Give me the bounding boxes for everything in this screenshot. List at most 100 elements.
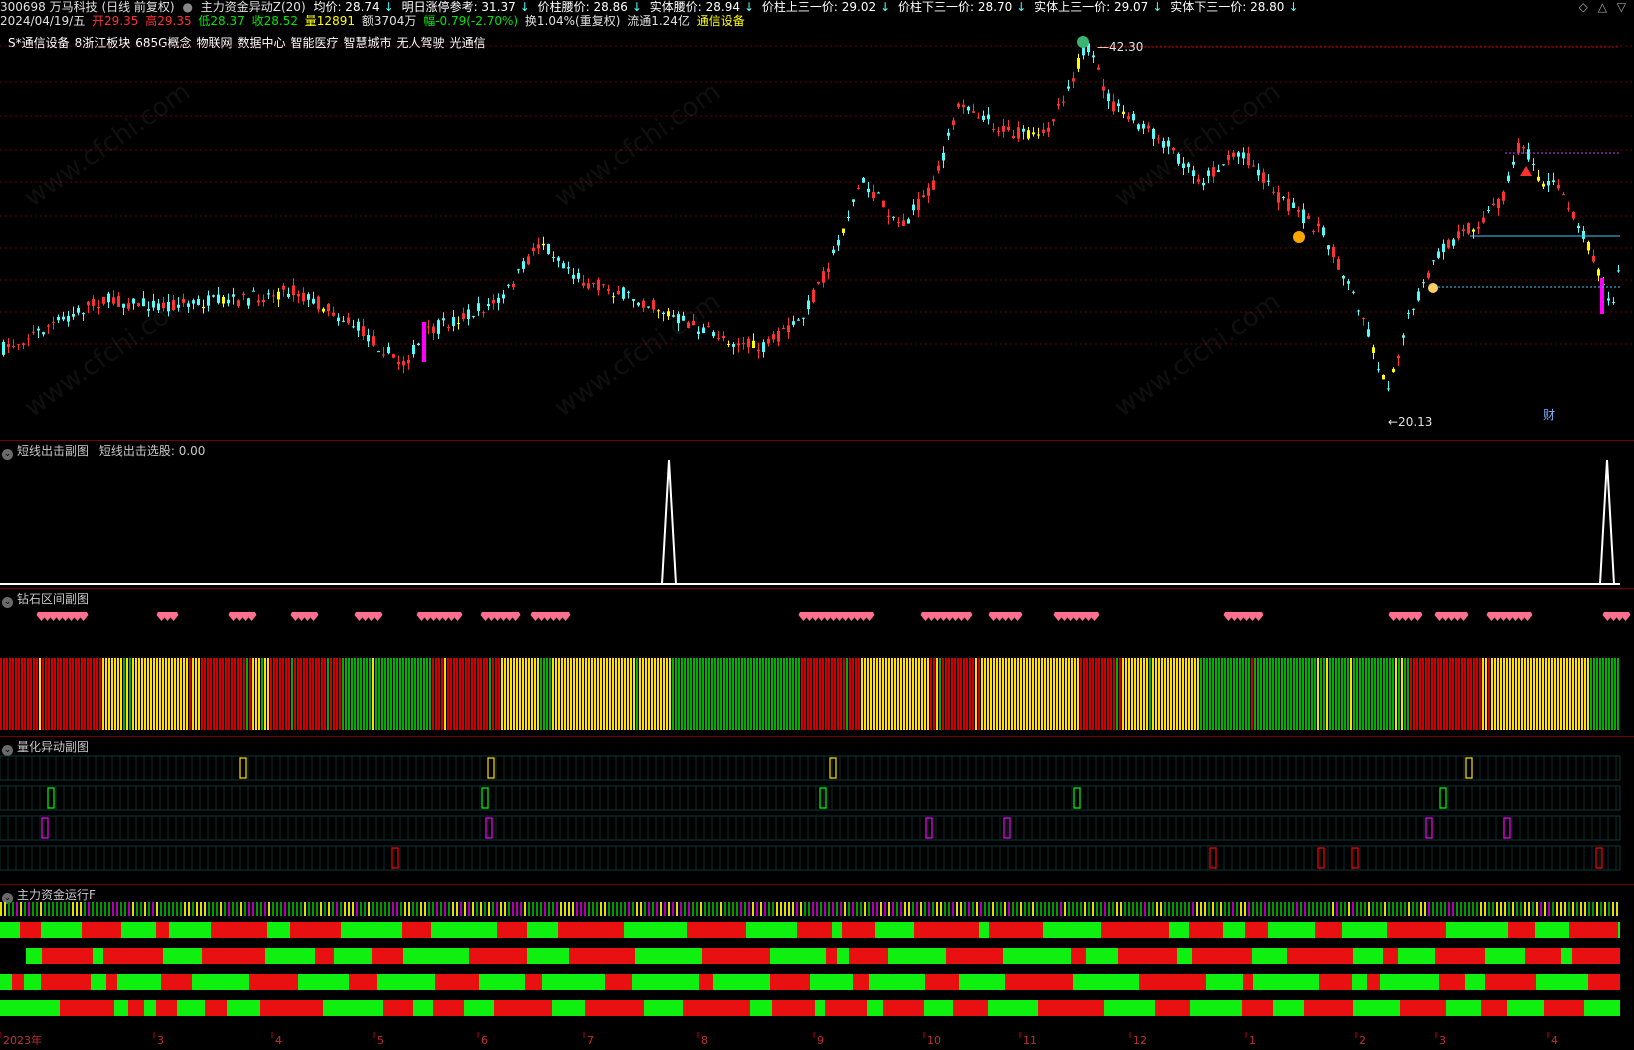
up-triangle-icon[interactable]: △ [1598,0,1607,14]
capital-bar [267,922,290,938]
zone-bar [1521,658,1523,730]
capital-tick [128,902,130,916]
diamond-icon[interactable]: ◇ [1579,0,1588,14]
zone-bar [1011,658,1013,730]
capital-bar [20,922,41,938]
candle-body [347,317,350,323]
capital-tick [1040,902,1042,916]
zone-bar [381,658,383,730]
quant-marker [391,847,399,869]
zone-bar [873,658,875,730]
capital-tick [172,902,174,916]
indicator-name[interactable]: 主力资金异动Z(20) [201,0,306,14]
capital-bar [632,974,699,990]
zone-bar [1329,658,1331,730]
zone-bar [393,658,395,730]
capital-tick [432,902,434,916]
capital-bar [1380,974,1439,990]
candle-body [832,249,835,254]
capital-tick [1072,902,1074,916]
quote-sector[interactable]: 通信设备 [697,14,745,28]
candle-body [197,298,200,305]
quant-chart[interactable] [0,752,1634,882]
zone-bar [1347,658,1349,730]
zone-bar [501,658,503,730]
capital-tick [52,902,54,916]
zone-bar [558,658,560,730]
capital-bar [202,948,265,964]
zone-bar [630,658,632,730]
indicator-toggle-icon[interactable]: ● [182,0,192,14]
capital-bar [914,922,979,938]
candle-body [887,215,890,217]
zone-bar [723,658,725,730]
zone-bar [633,658,635,730]
zone-bar [1299,658,1301,730]
capital-tick [36,902,38,916]
candle-body [1492,203,1495,206]
zone-bar [417,658,419,730]
candle-body [437,320,440,334]
down-triangle-icon[interactable]: ▽ [1617,0,1626,14]
zone-bar [309,658,311,730]
capital-bar [41,922,82,938]
capital-chart[interactable] [0,900,1634,1032]
candle-body [287,293,290,297]
stock-code-name[interactable]: 300698 万马科技 (日线 前复权) [0,0,175,14]
zone-bar [582,658,584,730]
capital-bar [605,974,632,990]
zone-bar [615,658,617,730]
quant-marker [1209,847,1217,869]
capital-tick [400,902,402,916]
capital-tick [1284,902,1286,916]
capital-tick [552,902,554,916]
capital-bar [93,948,103,964]
candle-body [1377,369,1380,371]
capital-tick [72,902,74,916]
candle-body [507,284,510,286]
zone-bar [1095,658,1097,730]
zone-bar [1200,658,1202,730]
candle-body [552,256,555,258]
capital-bar [323,1000,383,1016]
window-controls[interactable]: ◇ △ ▽ [1579,0,1626,14]
diamond-chart[interactable] [0,604,1634,734]
zone-bar [1467,658,1469,730]
candle-body [1532,163,1535,165]
quote-turnover: 换1.04%(重复权) [524,14,621,28]
candle-body [712,332,715,337]
zone-bar [825,658,827,730]
capital-tick [388,902,390,916]
candle-body [1012,135,1015,139]
finance-badge[interactable]: 财 [1543,408,1555,422]
zone-bar [738,658,740,730]
zone-bar [126,658,128,730]
zone-bar [462,658,464,730]
short-line-chart[interactable] [0,456,1634,586]
zone-bar [174,658,176,730]
capital-bar [869,974,925,990]
capital-bar [494,1000,552,1016]
capital-tick [1044,902,1046,916]
zone-bar [708,658,710,730]
candle-body [392,354,395,358]
candle-body [1387,388,1390,390]
capital-tick [588,902,590,916]
capital-tick [548,902,550,916]
axis-label: 11 [1023,1034,1037,1047]
zone-bar [6,658,8,730]
zone-bar [564,658,566,730]
zone-bar [846,658,848,730]
zone-bar [681,658,683,730]
quant-marker [819,787,827,809]
zone-bar [1440,658,1442,730]
capital-tick [1220,902,1222,916]
capital-tick [1520,902,1522,916]
candle-body [192,300,195,304]
zone-bar [540,658,542,730]
price-chart[interactable]: —42.30←20.13 财 [0,30,1634,438]
candle-body [1342,275,1345,279]
capital-tick [152,902,154,916]
candle-body [1457,231,1460,239]
zone-bar [258,658,260,730]
